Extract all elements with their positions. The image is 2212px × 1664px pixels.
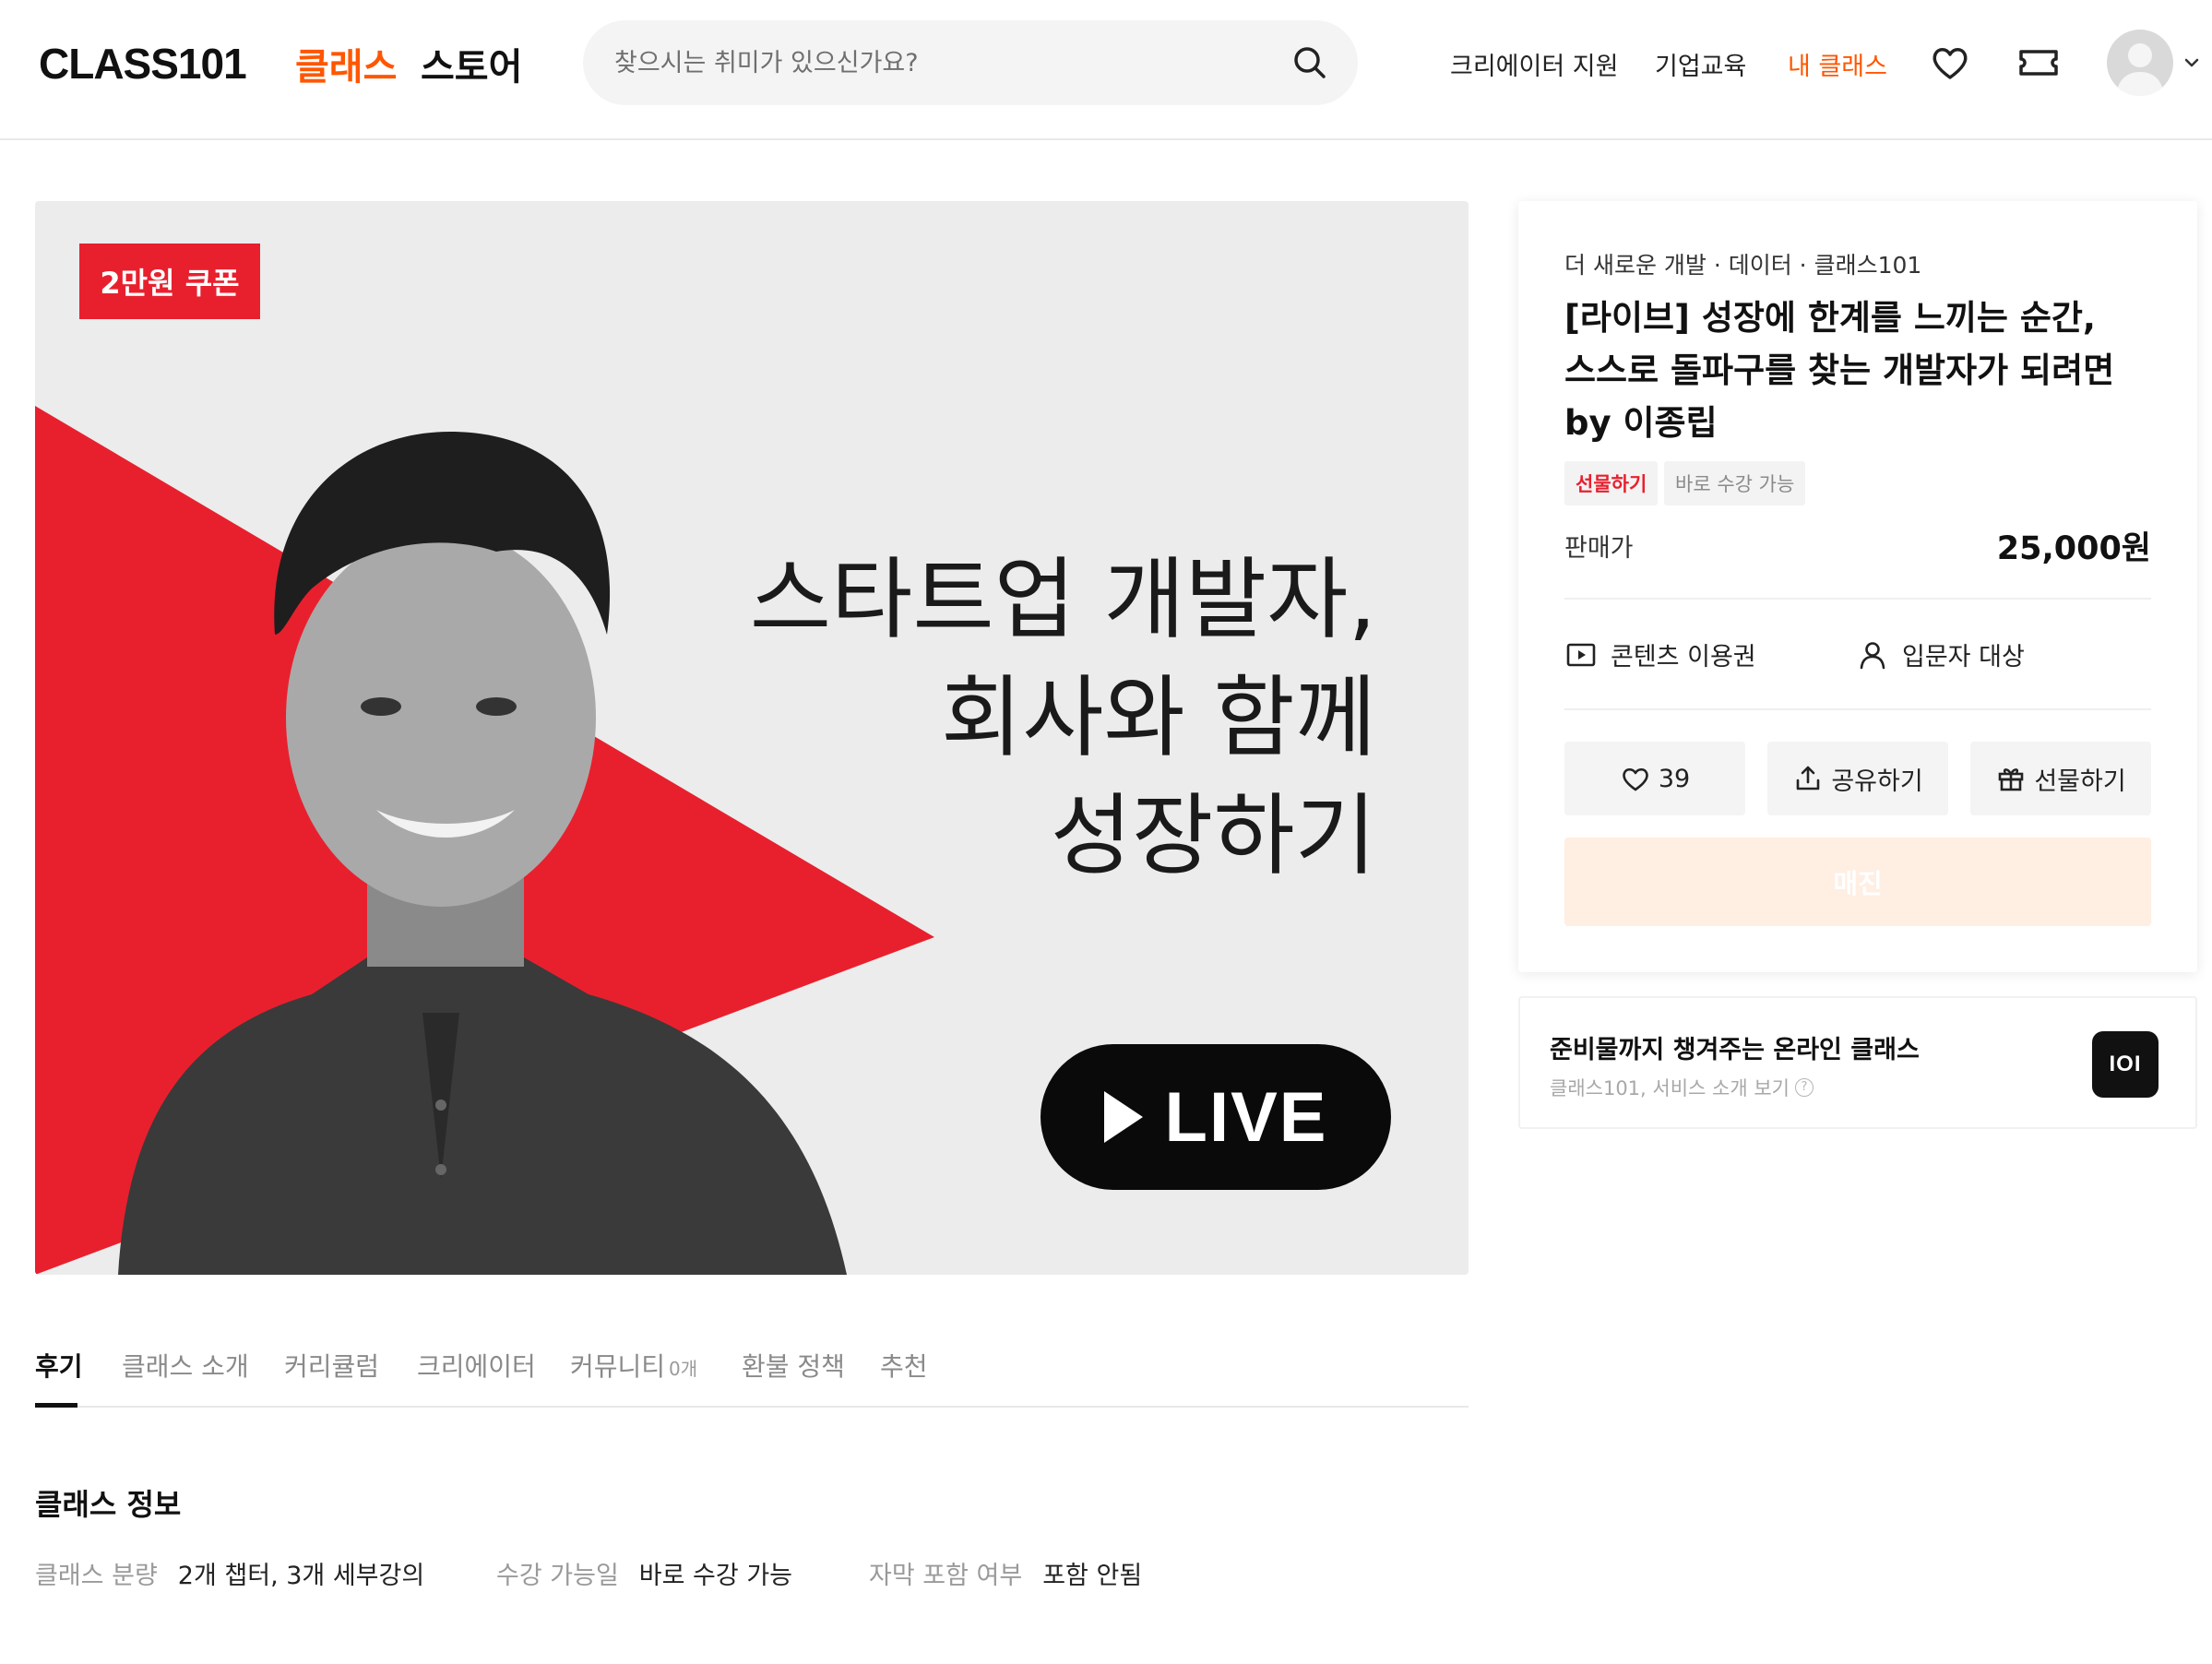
tab-recommend[interactable]: 추천	[880, 1347, 928, 1384]
info-label: 수강 가능일	[496, 1562, 619, 1590]
category-breadcrumb[interactable]: 더 새로운 개발 · 데이터 · 클래스101	[1564, 247, 1921, 280]
service-intro-card[interactable]: 준비물까지 챙겨주는 온라인 클래스 클래스101, 서비스 소개 보기 ? I…	[1518, 996, 2197, 1129]
nav-store[interactable]: 스토어	[421, 37, 522, 90]
like-count: 39	[1658, 764, 1691, 793]
promo-subtitle-text: 클래스101, 서비스 소개 보기	[1550, 1077, 1790, 1099]
live-badge: LIVE	[1041, 1044, 1391, 1190]
price-label: 판매가	[1564, 534, 1634, 563]
search-bar	[583, 20, 1358, 105]
play-square-icon	[1566, 643, 1596, 666]
feature-level: 입문자 대상	[1856, 636, 2025, 672]
corporate-education-link[interactable]: 기업교육	[1655, 46, 1746, 82]
info-label: 클래스 분량	[35, 1562, 158, 1590]
top-header: CLASS101 클래스 스토어 크리에이터 지원 기업교육 내 클래스	[0, 0, 2212, 140]
gift-label: 선물하기	[2034, 767, 2126, 796]
creator-support-link[interactable]: 크리에이터 지원	[1450, 46, 1618, 82]
tab-curriculum[interactable]: 커리큘럼	[284, 1347, 379, 1384]
info-subtitles: 자막 포함 여부 포함 안됨	[869, 1555, 1142, 1591]
class-info-title: 클래스 정보	[35, 1487, 182, 1522]
coupon-badge: 2만원 쿠폰	[79, 244, 260, 319]
chevron-down-icon[interactable]	[2182, 53, 2201, 72]
like-button[interactable]: 39	[1564, 742, 1745, 815]
promo-title: 준비물까지 챙겨주는 온라인 클래스	[1550, 1036, 1920, 1064]
cover-headline: 스타트업 개발자, 회사와 함께 성장하기	[750, 541, 1376, 895]
active-tab-indicator	[35, 1403, 77, 1408]
cover-headline-line: 성장하기	[1050, 784, 1376, 887]
divider	[1564, 708, 2151, 710]
tab-community[interactable]: 커뮤니티 0개	[570, 1347, 697, 1384]
soldout-button[interactable]: 매진	[1564, 838, 2151, 926]
available-badge: 바로 수강 가능	[1664, 461, 1806, 505]
class101-logo[interactable]: CLASS101	[39, 39, 247, 89]
coupon-icon[interactable]	[2016, 41, 2061, 85]
person-icon	[1860, 641, 1885, 669]
heart-icon	[1623, 767, 1648, 791]
help-icon: ?	[1794, 1078, 1814, 1097]
info-value: 2개 챕터, 3개 세부강의	[177, 1562, 425, 1590]
user-silhouette-icon	[2116, 43, 2164, 96]
class-cover-image: 2만원 쿠폰 스타트업 개발자, 회사와 함께 성장하기 LIVE	[35, 201, 1469, 1275]
heart-icon[interactable]	[1928, 41, 1972, 85]
info-available-date: 수강 가능일 바로 수강 가능	[496, 1555, 792, 1591]
share-label: 공유하기	[1831, 767, 1923, 796]
cover-headline-line: 회사와 함께	[940, 666, 1376, 769]
divider	[1564, 598, 2151, 600]
gift-badge: 선물하기	[1564, 461, 1659, 505]
play-icon	[1103, 1091, 1143, 1143]
gift-button[interactable]: 선물하기	[1970, 742, 2151, 815]
feature-content-pass: 콘텐츠 이용권	[1564, 636, 1756, 672]
avatar[interactable]	[2107, 30, 2173, 96]
search-input[interactable]	[614, 41, 1260, 85]
share-icon	[1797, 766, 1820, 790]
tab-label: 커뮤니티	[570, 1351, 666, 1382]
section-tabs: 후기 클래스 소개 커리큘럼 크리에이터 커뮤니티 0개 환불 정책 추천	[35, 1337, 1469, 1408]
live-label: LIVE	[1164, 1077, 1328, 1157]
info-value: 바로 수강 가능	[638, 1562, 793, 1590]
tab-refund-policy[interactable]: 환불 정책	[742, 1347, 845, 1384]
share-button[interactable]: 공유하기	[1767, 742, 1948, 815]
info-label: 자막 포함 여부	[869, 1562, 1023, 1590]
promo-subtitle[interactable]: 클래스101, 서비스 소개 보기 ?	[1550, 1074, 1814, 1101]
community-count: 0개	[669, 1358, 698, 1380]
tab-reviews[interactable]: 후기	[35, 1347, 83, 1384]
nav-classes[interactable]: 클래스	[295, 37, 397, 90]
product-summary-card: 더 새로운 개발 · 데이터 · 클래스101 [라이브] 성장에 한계를 느끼…	[1518, 201, 2197, 972]
tab-class-intro[interactable]: 클래스 소개	[122, 1347, 249, 1384]
info-value: 포함 안됨	[1042, 1562, 1143, 1590]
class-title-line: [라이브] 성장에 한계를 느끼는 순간,	[1564, 298, 2096, 338]
class101-logo-badge: IOI	[2092, 1031, 2158, 1098]
price-value: 25,000원	[1996, 530, 2151, 567]
feature-label: 입문자 대상	[1902, 643, 2025, 672]
cover-headline-line: 스타트업 개발자,	[749, 548, 1376, 651]
class-title-line: 스스로 돌파구를 찾는 개발자가 되려면	[1564, 351, 2115, 390]
my-classes-link[interactable]: 내 클래스	[1788, 46, 1887, 82]
tab-label: 후기	[35, 1351, 83, 1382]
feature-label: 콘텐츠 이용권	[1611, 643, 1756, 672]
class-title-line: by 이종립	[1564, 403, 1718, 443]
tab-creator[interactable]: 크리에이터	[417, 1347, 536, 1384]
gift-icon	[1999, 768, 2024, 791]
info-class-length: 클래스 분량 2개 챕터, 3개 세부강의	[35, 1555, 424, 1591]
search-icon[interactable]	[1290, 42, 1330, 83]
class-title: [라이브] 성장에 한계를 느끼는 순간, 스스로 돌파구를 찾는 개발자가 되…	[1564, 291, 2164, 449]
